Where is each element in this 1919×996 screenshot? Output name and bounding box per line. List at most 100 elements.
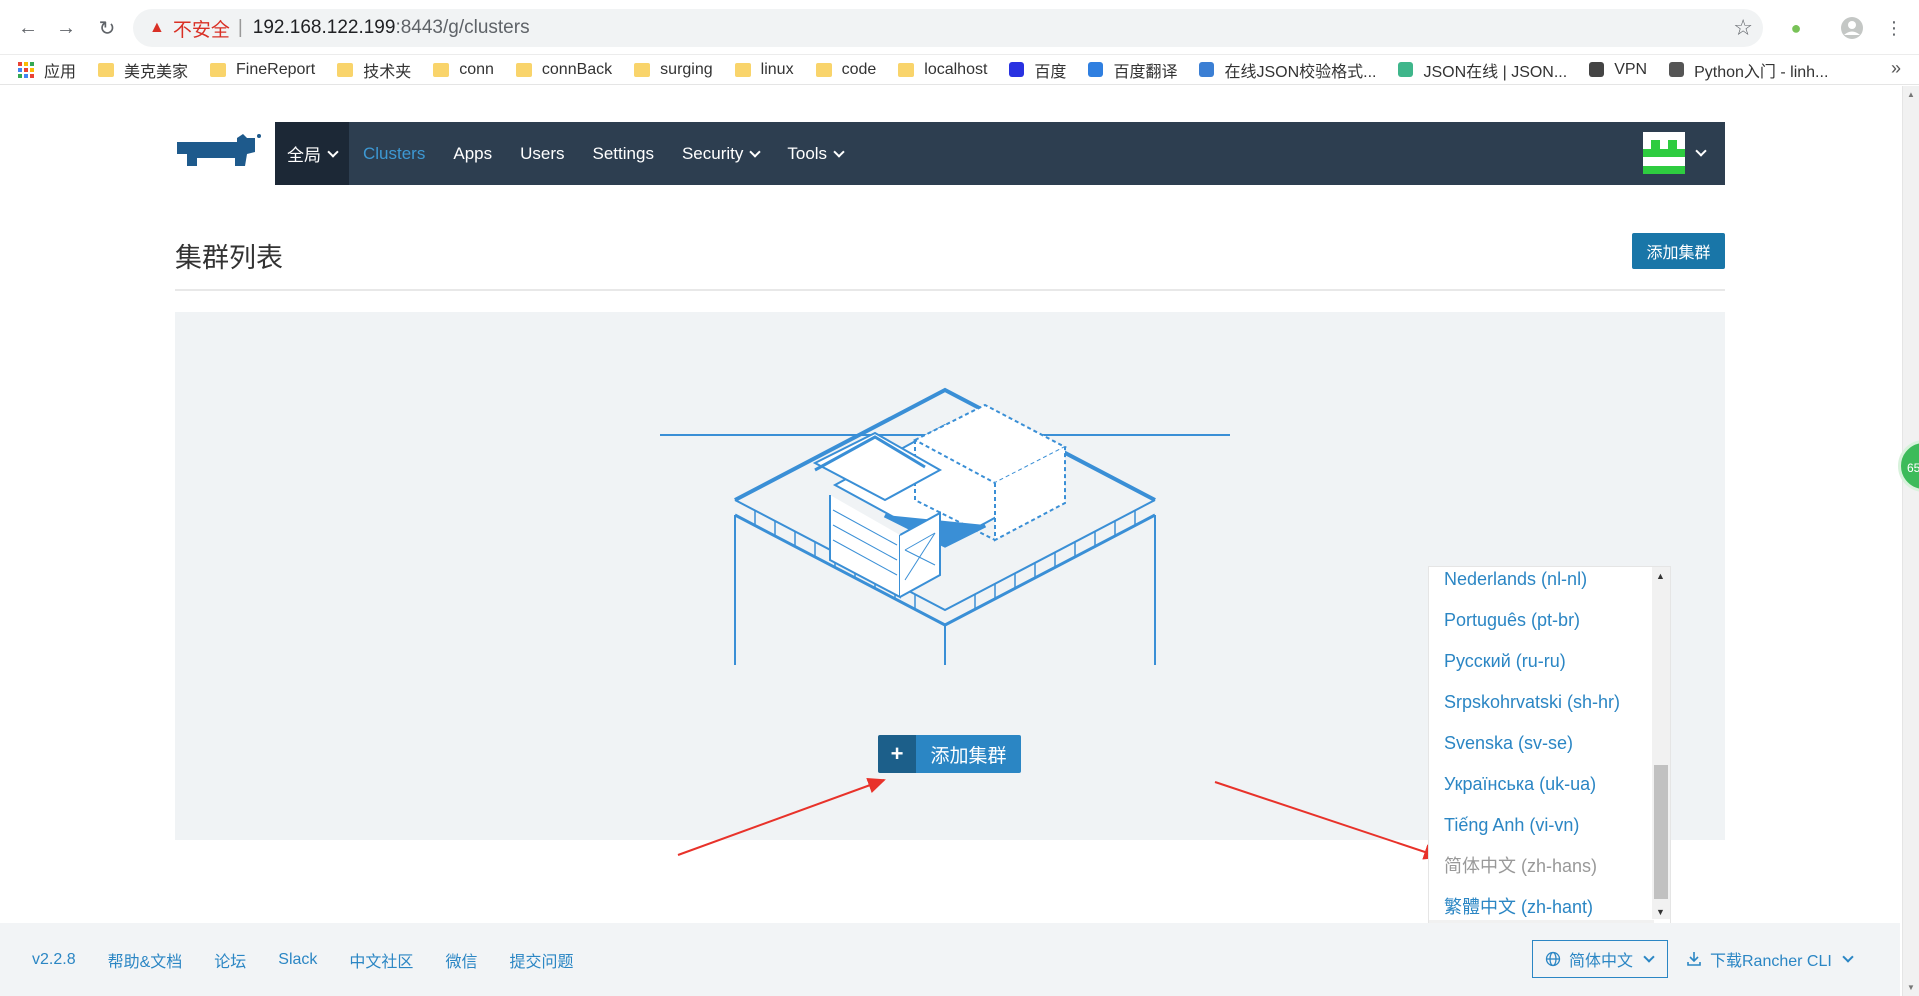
add-cluster-button[interactable]: + 添加集群 bbox=[878, 735, 1021, 773]
address-bar[interactable]: ▲ 不安全 | 192.168.122.199 :8443/g/clusters… bbox=[133, 9, 1763, 47]
nav-item-label: Tools bbox=[787, 143, 828, 163]
bookmark-item[interactable]: JSON在线 | JSON... bbox=[1398, 58, 1567, 82]
page-scrollbar[interactable]: ▲ ▼ bbox=[1902, 86, 1919, 996]
user-menu[interactable] bbox=[1643, 132, 1707, 174]
bookmark-label: conn bbox=[459, 60, 494, 78]
folder-icon bbox=[898, 62, 915, 77]
profile-icon[interactable] bbox=[1838, 14, 1866, 42]
nav-item-apps[interactable]: Apps bbox=[453, 144, 492, 164]
language-option[interactable]: Nederlands (nl-nl) bbox=[1429, 567, 1651, 600]
scroll-up-arrow-icon[interactable]: ▲ bbox=[1907, 90, 1915, 99]
scroll-down-arrow-icon[interactable]: ▼ bbox=[1907, 983, 1915, 992]
bookmark-item[interactable]: connBack bbox=[515, 60, 613, 79]
download-cli-label: 下载Rancher CLI bbox=[1710, 953, 1832, 970]
footer-link[interactable]: 提交问题 bbox=[509, 948, 573, 972]
menu-kebab-icon[interactable]: ⋮ bbox=[1880, 14, 1908, 42]
bookmark-item[interactable]: Python入门 - linh... bbox=[1669, 58, 1828, 82]
scroll-up-arrow-icon[interactable]: ▲ bbox=[1656, 571, 1665, 581]
folder-icon bbox=[515, 62, 532, 77]
bookmark-label: Python入门 - linh... bbox=[1694, 63, 1829, 81]
bookmark-item[interactable]: conn bbox=[433, 61, 494, 79]
bookmark-star-icon[interactable]: ☆ bbox=[1733, 15, 1753, 41]
gear-green-icon bbox=[1398, 62, 1414, 77]
bookmark-item[interactable]: FineReport bbox=[210, 61, 315, 79]
footer-link[interactable]: Slack bbox=[278, 951, 317, 969]
nav-item-label: Security bbox=[681, 143, 744, 163]
footer-link[interactable]: 帮助&文档 bbox=[108, 948, 183, 972]
chevron-down-icon bbox=[1643, 951, 1655, 963]
language-select[interactable]: 简体中文 bbox=[1532, 940, 1668, 978]
chevron-down-icon bbox=[833, 145, 845, 158]
nav-item-label: Clusters bbox=[363, 143, 426, 163]
bookmark-label: 技术夹 bbox=[363, 63, 412, 81]
rancher-logo[interactable] bbox=[175, 132, 261, 181]
bookmark-label: localhost bbox=[924, 60, 988, 78]
footer-link[interactable]: 中文社区 bbox=[349, 948, 413, 972]
language-option[interactable]: Русский (ru-ru) bbox=[1429, 641, 1651, 682]
bookmark-item[interactable]: 在线JSON校验格式... bbox=[1199, 58, 1376, 82]
chevron-down-icon bbox=[1842, 951, 1854, 963]
footer-link[interactable]: 微信 bbox=[445, 948, 477, 972]
nav-item-clusters[interactable]: Clusters bbox=[363, 144, 425, 164]
nav-item-security[interactable]: Security bbox=[681, 143, 762, 164]
bookmark-label: connBack bbox=[541, 60, 613, 78]
language-option[interactable]: 简体中文 (zh-hans) bbox=[1429, 846, 1651, 887]
bookmark-label: 美克美家 bbox=[124, 63, 189, 81]
nav-item-tools[interactable]: Tools bbox=[787, 143, 845, 164]
warning-icon: ▲ bbox=[149, 19, 165, 36]
chevron-down-icon bbox=[1695, 145, 1707, 157]
bookmark-item[interactable]: surging bbox=[634, 61, 713, 79]
version-label: v2.2.8 bbox=[32, 950, 76, 968]
nav-item-label: Settings bbox=[592, 143, 654, 163]
globe-icon bbox=[1589, 62, 1605, 77]
bookmark-label: VPN bbox=[1614, 60, 1648, 78]
bookmark-item[interactable]: 百度翻译 bbox=[1088, 58, 1177, 82]
language-option[interactable]: Svenska (sv-se) bbox=[1429, 723, 1651, 764]
bookmark-item[interactable]: code bbox=[815, 60, 877, 79]
folder-icon bbox=[210, 62, 227, 77]
android-extension-icon[interactable]: ● bbox=[1782, 14, 1810, 42]
bookmark-item[interactable]: linux bbox=[734, 61, 794, 79]
bookmark-label: 在线JSON校验格式... bbox=[1224, 63, 1377, 81]
bookmark-label: 百度翻译 bbox=[1113, 63, 1178, 81]
language-option[interactable]: Srpskohrvatski (sh-hr) bbox=[1429, 682, 1651, 723]
language-option[interactable]: Українська (uk-ua) bbox=[1429, 764, 1651, 805]
language-option[interactable]: Tiếng Anh (vi-vn) bbox=[1429, 805, 1651, 846]
bookmark-item[interactable]: 美克美家 bbox=[98, 58, 188, 82]
dropdown-scrollbar[interactable]: ▲ ▼ bbox=[1652, 567, 1670, 919]
nav-item-settings[interactable]: Settings bbox=[593, 144, 654, 164]
bookmarks-more-icon[interactable]: » bbox=[1891, 58, 1901, 79]
bookmark-item[interactable]: localhost bbox=[898, 61, 987, 79]
apps-grid-icon bbox=[18, 61, 34, 78]
browser-toolbar: ← → ↻ ▲ 不安全 | 192.168.122.199 :8443/g/cl… bbox=[0, 0, 1919, 55]
global-scope-menu[interactable]: 全局 bbox=[275, 122, 349, 185]
bookmark-label: code bbox=[841, 60, 877, 78]
folder-icon bbox=[815, 62, 832, 77]
nav-item-users[interactable]: Users bbox=[520, 144, 564, 164]
page-title: 集群列表 bbox=[175, 243, 283, 273]
scroll-thumb[interactable] bbox=[1654, 765, 1668, 899]
bookmark-item[interactable]: 百度 bbox=[1009, 58, 1066, 82]
download-cli-button[interactable]: 下载Rancher CLI bbox=[1686, 940, 1854, 978]
scroll-down-arrow-icon[interactable]: ▼ bbox=[1656, 907, 1665, 917]
language-dropdown-menu: Nederlands (nl-nl) Português (pt-br) Русск… bbox=[1428, 566, 1671, 941]
add-cluster-button-top[interactable]: 添加集群 bbox=[1632, 233, 1725, 269]
folder-icon bbox=[337, 62, 354, 77]
json-icon bbox=[1199, 62, 1215, 77]
reload-icon[interactable]: ↻ bbox=[93, 14, 121, 42]
bookmark-item[interactable]: 应用 bbox=[18, 58, 76, 82]
footer-link[interactable]: 论坛 bbox=[214, 948, 246, 972]
plus-icon: + bbox=[878, 735, 916, 773]
bookmark-label: 百度 bbox=[1034, 63, 1067, 81]
forward-arrow-icon[interactable]: → bbox=[52, 14, 80, 42]
bookmark-label: FineReport bbox=[236, 60, 316, 78]
chevron-down-icon bbox=[327, 145, 339, 158]
translate-icon bbox=[1088, 62, 1104, 77]
bookmarks-bar: 应用 美克美家 FineReport 技术夹 conn connBack surging li… bbox=[0, 55, 1919, 85]
language-option[interactable]: Português (pt-br) bbox=[1429, 600, 1651, 641]
bookmark-item[interactable]: VPN bbox=[1589, 61, 1647, 79]
bookmark-item[interactable]: 技术夹 bbox=[337, 58, 411, 82]
avatar bbox=[1643, 132, 1685, 174]
back-arrow-icon[interactable]: ← bbox=[14, 14, 42, 42]
add-cluster-label: 添加集群 bbox=[916, 735, 1021, 773]
